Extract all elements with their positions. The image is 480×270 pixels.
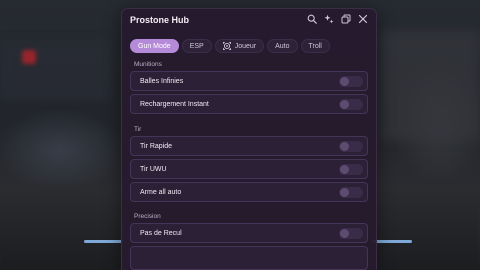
section-label-precision: Precision (134, 213, 161, 220)
background-highlight-left (84, 240, 124, 243)
toggle-knob (340, 165, 349, 174)
tab-auto[interactable]: Auto (267, 39, 298, 53)
toggle-row-rechargement-instant[interactable]: Rechargement Instant (130, 94, 368, 114)
restore-icon[interactable] (341, 14, 351, 24)
row-label: Rechargement Instant (140, 101, 209, 108)
tab-gun-mode[interactable]: Gun Mode (130, 39, 179, 53)
window-title: Prostone Hub (130, 15, 190, 25)
toggle-switch[interactable] (339, 187, 363, 198)
row-label: Balles Infinies (140, 78, 184, 85)
tab-joueur[interactable]: Joueur (214, 39, 265, 53)
search-icon[interactable] (307, 14, 317, 24)
toggle-switch[interactable] (339, 164, 363, 175)
row-label: Tir Rapide (140, 143, 173, 150)
section-label-tir: Tir (134, 126, 142, 133)
tab-label: Troll (308, 42, 322, 50)
tab-label: Gun Mode (138, 42, 171, 50)
section-label-munitions: Munitions (134, 61, 162, 68)
tab-esp[interactable]: ESP (181, 39, 212, 53)
toggle-row-pas-de-recul[interactable]: Pas de Recul (130, 223, 368, 243)
toggle-switch[interactable] (339, 228, 363, 239)
row-label: Pas de Recul (140, 230, 182, 237)
sparkle-icon[interactable] (324, 14, 334, 24)
toggle-knob (340, 100, 349, 109)
toggle-switch[interactable] (339, 99, 363, 110)
tab-label: Joueur (234, 42, 257, 50)
toggle-switch[interactable] (339, 141, 363, 152)
target-icon (222, 42, 231, 50)
toggle-row-arme-all-auto[interactable]: Arme all auto (130, 182, 368, 202)
background-building (0, 40, 110, 100)
tab-bar: Gun Mode ESP Joueur Auto Troll (130, 39, 330, 53)
toggle-knob (340, 229, 349, 238)
background-structure (380, 30, 480, 140)
tab-label: Auto (275, 42, 290, 50)
toggle-switch[interactable] (339, 76, 363, 87)
window-controls (307, 14, 368, 24)
toggle-knob (340, 77, 349, 86)
toggle-knob (340, 142, 349, 151)
close-icon[interactable] (358, 14, 368, 24)
row-label: Tir UWU (140, 166, 167, 173)
row-label: Arme all auto (140, 189, 182, 196)
toggle-knob (340, 188, 349, 197)
hub-panel: Prostone Hub Gun Mode ESP Joueur Auto Tr… (121, 8, 377, 270)
background-light (22, 50, 36, 64)
background-highlight-right (372, 240, 412, 243)
title-bar[interactable]: Prostone Hub (122, 9, 376, 33)
toggle-row-tir-rapide[interactable]: Tir Rapide (130, 136, 368, 156)
toggle-row-partial[interactable] (130, 246, 368, 270)
tab-label: ESP (189, 42, 204, 50)
tab-troll[interactable]: Troll (300, 39, 330, 53)
toggle-row-balles-infinies[interactable]: Balles Infinies (130, 71, 368, 91)
toggle-row-tir-uwu[interactable]: Tir UWU (130, 159, 368, 179)
